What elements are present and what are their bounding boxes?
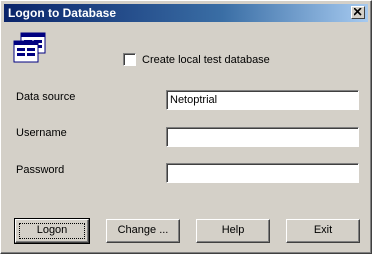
change-button[interactable]: Change ...: [106, 219, 180, 243]
title-bar[interactable]: Logon to Database: [4, 4, 368, 22]
password-label: Password: [16, 164, 65, 176]
close-button[interactable]: [351, 6, 365, 19]
create-local-db-label: Create local test database: [142, 54, 270, 66]
close-icon: [354, 8, 362, 16]
window-title: Logon to Database: [8, 6, 117, 20]
username-label: Username: [16, 127, 67, 139]
help-button[interactable]: Help: [196, 219, 270, 243]
username-input[interactable]: [166, 127, 359, 147]
database-forms-icon: [13, 32, 46, 63]
data-source-input[interactable]: [166, 90, 359, 110]
logon-dialog: Logon to Database Create local test data…: [0, 0, 372, 254]
data-source-label: Data source: [16, 91, 76, 103]
create-local-db-checkbox[interactable]: [123, 53, 136, 66]
logon-button[interactable]: Logon: [14, 218, 90, 244]
exit-button[interactable]: Exit: [286, 219, 360, 243]
password-input[interactable]: [166, 163, 359, 183]
